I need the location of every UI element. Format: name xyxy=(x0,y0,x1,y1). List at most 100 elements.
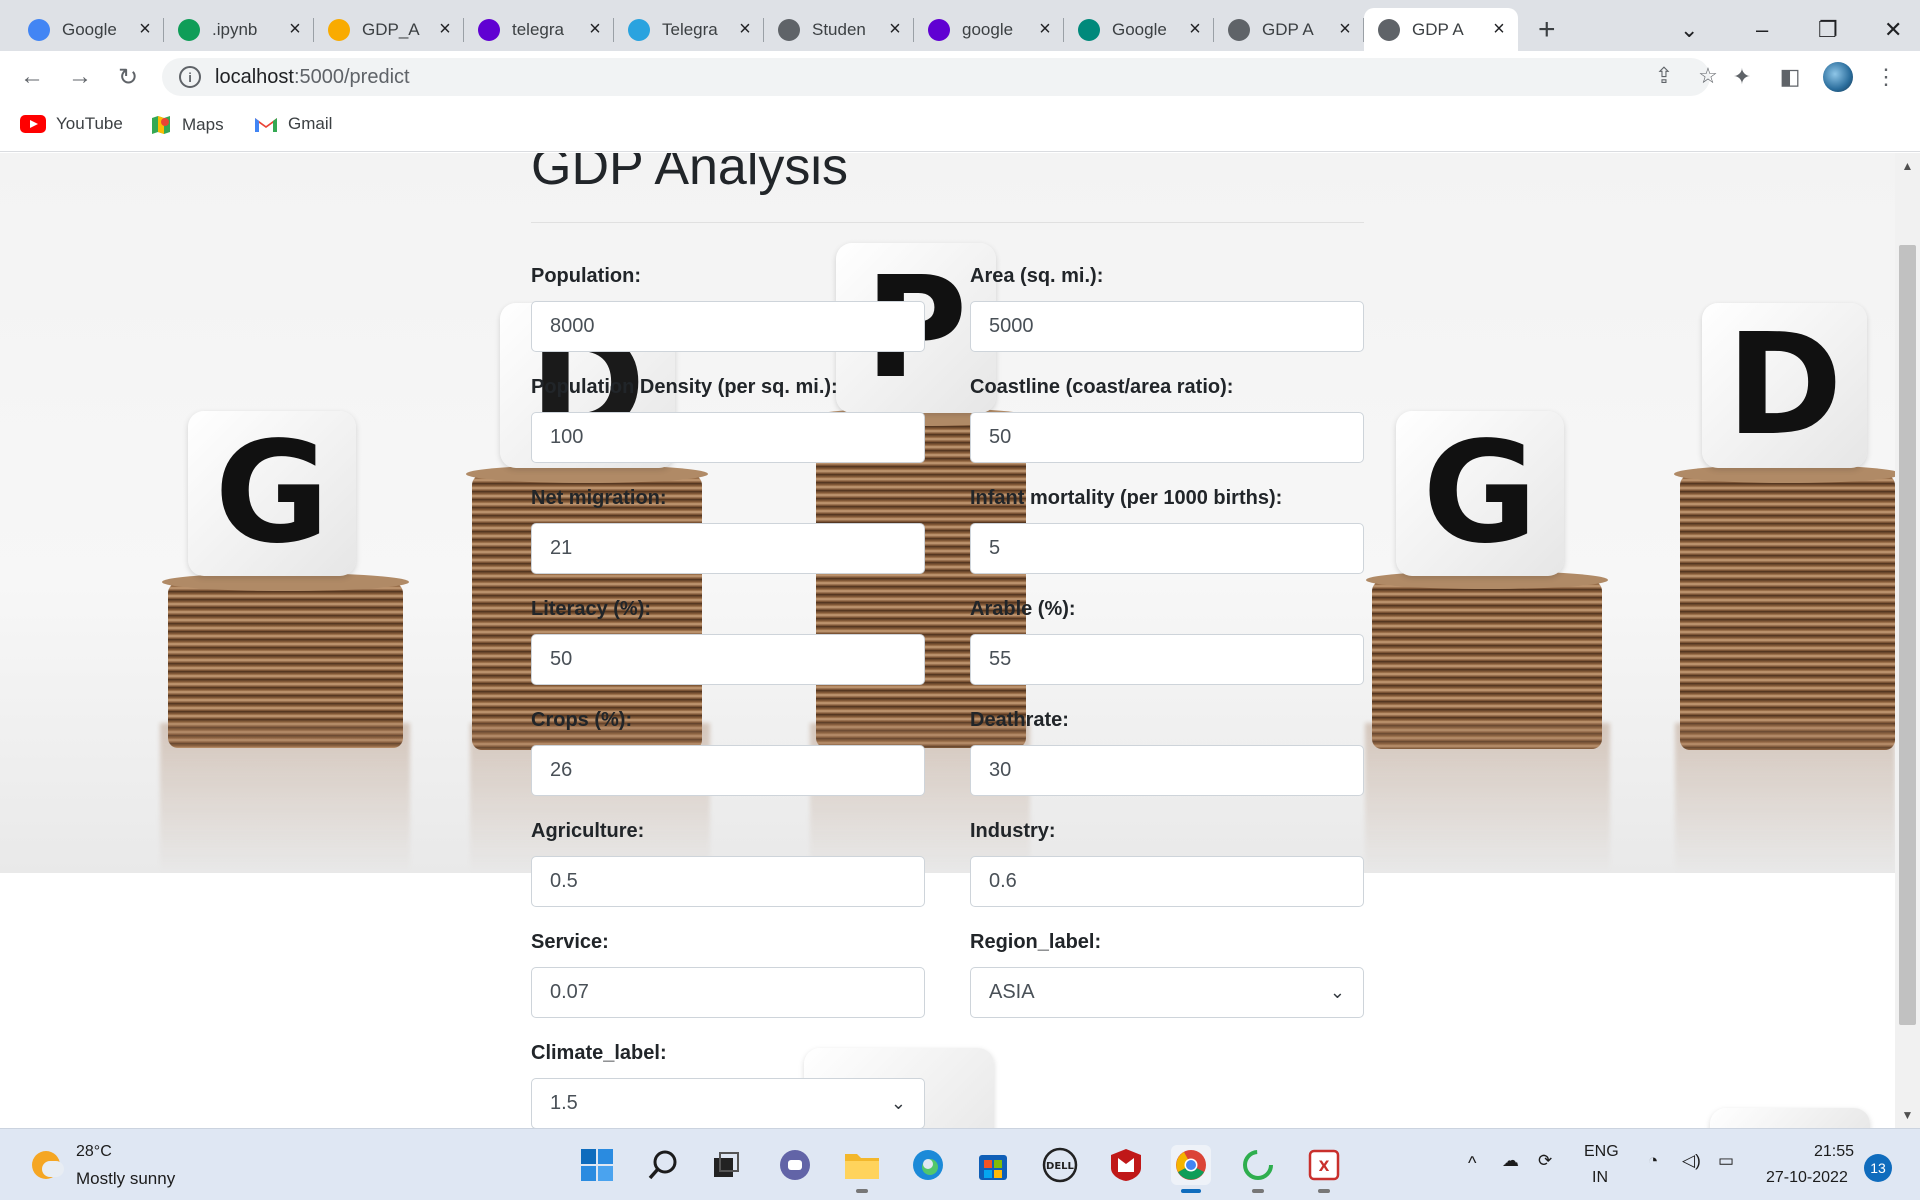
select-field[interactable]: ASIA ⌄ xyxy=(970,967,1364,1018)
address-bar[interactable]: i localhost:5000/predict ⇪ ☆ xyxy=(162,58,1718,96)
form-group: Literacy (%): 50 xyxy=(531,596,925,685)
back-button[interactable]: ← xyxy=(14,59,50,95)
tab-search-icon[interactable]: ⌄ xyxy=(1666,8,1708,51)
close-icon[interactable]: × xyxy=(286,18,304,41)
close-icon[interactable]: × xyxy=(1490,18,1508,41)
browser-tab[interactable]: Telegra × xyxy=(614,8,764,51)
page-scrollbar[interactable]: ▲ ▼ xyxy=(1895,153,1920,1128)
profile-avatar[interactable] xyxy=(1820,59,1856,95)
url-text[interactable]: localhost:5000/predict xyxy=(215,66,410,89)
teams-chat-button[interactable] xyxy=(775,1145,815,1185)
close-icon[interactable]: × xyxy=(886,18,904,41)
loading-app-button[interactable] xyxy=(1238,1145,1278,1193)
text-input[interactable]: 5 xyxy=(970,523,1364,574)
text-input[interactable]: 0.07 xyxy=(531,967,925,1018)
bookmark-label: YouTube xyxy=(56,114,123,133)
close-icon[interactable]: × xyxy=(1336,18,1354,41)
browser-tab[interactable]: .ipynb × xyxy=(164,8,314,51)
text-input[interactable]: 0.5 xyxy=(531,856,925,907)
maps-icon xyxy=(150,114,172,136)
text-input[interactable]: 50 xyxy=(970,412,1364,463)
notification-badge[interactable]: 13 xyxy=(1864,1154,1892,1182)
new-tab-button[interactable]: + xyxy=(1524,8,1566,51)
file-explorer-button[interactable] xyxy=(842,1145,882,1193)
url-path: :5000/predict xyxy=(293,65,410,88)
text-input[interactable]: 26 xyxy=(531,745,925,796)
text-input[interactable]: 21 xyxy=(531,523,925,574)
clock-time[interactable]: 21:55 xyxy=(1814,1143,1854,1161)
side-panel-icon[interactable]: ◧ xyxy=(1772,59,1808,95)
browser-tab[interactable]: Google × xyxy=(1064,8,1214,51)
browser-tab[interactable]: Google × xyxy=(14,8,164,51)
bookmark-maps[interactable]: Maps xyxy=(150,114,224,136)
chevron-up-icon[interactable]: ^ xyxy=(1468,1153,1476,1174)
die-letter: D xyxy=(1702,303,1867,468)
coin-stack xyxy=(1674,465,1895,750)
menu-kebab-icon[interactable]: ⋮ xyxy=(1868,59,1904,95)
sync-icon[interactable]: ⟳ xyxy=(1538,1151,1552,1171)
store-button[interactable] xyxy=(973,1145,1013,1185)
weather-sun-icon[interactable] xyxy=(30,1149,64,1183)
close-icon[interactable]: × xyxy=(136,18,154,41)
restore-icon[interactable]: ❐ xyxy=(1804,8,1848,51)
browser-tab[interactable]: GDP A × xyxy=(1364,8,1518,51)
mcafee-button[interactable] xyxy=(1106,1145,1146,1185)
chrome-icon xyxy=(1176,1150,1206,1180)
close-icon[interactable]: × xyxy=(1036,18,1054,41)
tab-title: google xyxy=(962,19,1014,39)
close-icon[interactable]: × xyxy=(736,18,754,41)
extensions-icon[interactable]: ✦ xyxy=(1724,59,1760,95)
weather-desc[interactable]: Mostly sunny xyxy=(76,1169,175,1189)
volume-icon[interactable]: ◁) xyxy=(1682,1151,1701,1171)
tab-title: GDP_A xyxy=(362,19,420,39)
scroll-down-icon[interactable]: ▼ xyxy=(1895,1108,1920,1122)
google-icon xyxy=(28,18,50,41)
onedrive-icon[interactable]: ☁ xyxy=(1502,1151,1519,1171)
text-input[interactable]: 100 xyxy=(531,412,925,463)
close-window-icon[interactable]: ✕ xyxy=(1870,8,1912,51)
text-input[interactable]: 30 xyxy=(970,745,1364,796)
wifi-icon[interactable]: ◔ xyxy=(1648,1151,1658,1171)
text-input[interactable]: 0.6 xyxy=(970,856,1364,907)
weather-temp[interactable]: 28°C xyxy=(76,1143,112,1161)
clock-date[interactable]: 27-10-2022 xyxy=(1766,1169,1848,1187)
scrollbar-thumb[interactable] xyxy=(1899,245,1916,1025)
browser-tab[interactable]: GDP A × xyxy=(1214,8,1364,51)
share-icon[interactable]: ⇪ xyxy=(1646,58,1682,94)
close-icon[interactable]: × xyxy=(586,18,604,41)
close-icon[interactable]: × xyxy=(436,18,454,41)
edge-button[interactable] xyxy=(908,1145,948,1185)
form-group: Service: 0.07 xyxy=(531,929,925,1018)
dell-button[interactable]: DELL xyxy=(1040,1145,1080,1185)
chrome-button[interactable] xyxy=(1171,1145,1211,1193)
xampp-button[interactable]: X xyxy=(1304,1145,1344,1193)
field-label: Population: xyxy=(531,265,641,287)
browser-tab[interactable]: google × xyxy=(914,8,1064,51)
field-value: 26 xyxy=(550,759,573,781)
browser-tab[interactable]: Studen × xyxy=(764,8,914,51)
scroll-up-icon[interactable]: ▲ xyxy=(1895,159,1920,173)
search-button[interactable] xyxy=(643,1145,683,1185)
text-input[interactable]: 50 xyxy=(531,634,925,685)
language-indicator[interactable]: ENG xyxy=(1584,1143,1619,1161)
select-field[interactable]: 1.5 ⌄ xyxy=(531,1078,925,1128)
text-input[interactable]: 55 xyxy=(970,634,1364,685)
bookmark-gmail[interactable]: Gmail xyxy=(254,114,332,134)
text-input[interactable]: 5000 xyxy=(970,301,1364,352)
close-icon[interactable]: × xyxy=(1186,18,1204,41)
task-view-button[interactable] xyxy=(706,1145,746,1185)
bookmark-youtube[interactable]: YouTube xyxy=(20,114,123,134)
reload-button[interactable]: ↻ xyxy=(110,59,146,95)
text-input[interactable]: 8000 xyxy=(531,301,925,352)
bookmarks-bar: YouTube Maps Gmail xyxy=(0,104,1920,152)
forward-button[interactable]: → xyxy=(62,59,98,95)
browser-tab[interactable]: GDP_A × xyxy=(314,8,464,51)
bookmark-star-icon[interactable]: ☆ xyxy=(1690,58,1726,94)
colab-icon xyxy=(328,18,350,41)
bookmark-label: Maps xyxy=(182,115,224,134)
battery-icon[interactable]: ▭ xyxy=(1718,1151,1734,1171)
minimize-icon[interactable]: – xyxy=(1742,8,1778,51)
start-button[interactable] xyxy=(577,1145,617,1185)
browser-tab[interactable]: telegra × xyxy=(464,8,614,51)
site-info-icon[interactable]: i xyxy=(179,66,201,88)
